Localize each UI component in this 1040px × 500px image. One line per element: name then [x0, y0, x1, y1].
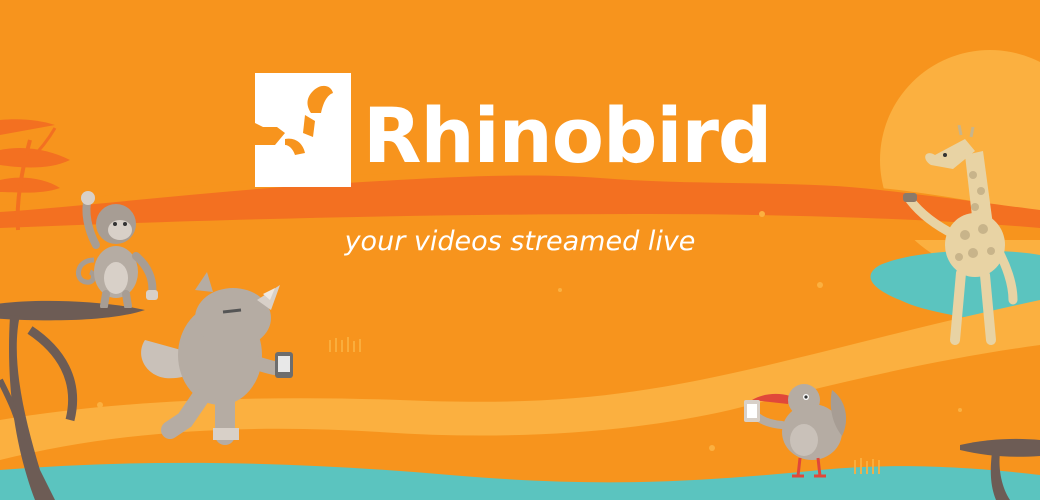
rhinobird-logo-icon	[255, 73, 351, 187]
brand-name: Rhinobird	[363, 91, 772, 180]
bird-illustration	[744, 384, 847, 478]
water-bottom	[0, 462, 1040, 500]
logo[interactable]: Rhinobird	[255, 73, 795, 193]
rhino-illustration	[141, 272, 293, 445]
tagline: your videos streamed live	[344, 226, 696, 257]
hero-banner: Rhinobird your videos streamed live	[0, 0, 1040, 500]
